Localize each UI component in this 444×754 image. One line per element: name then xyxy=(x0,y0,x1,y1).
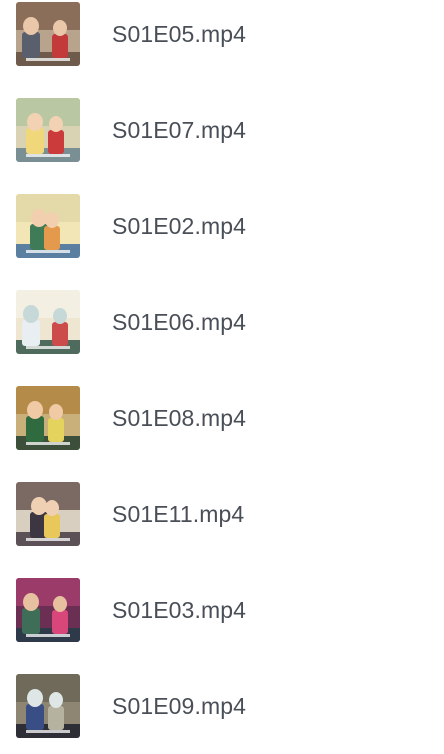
file-name: S01E09.mp4 xyxy=(112,692,246,719)
file-list-item[interactable]: S01E05.mp4 xyxy=(0,0,444,82)
video-thumbnail[interactable] xyxy=(16,290,80,354)
file-name: S01E08.mp4 xyxy=(112,404,246,431)
video-thumbnail[interactable] xyxy=(16,674,80,738)
file-name: S01E05.mp4 xyxy=(112,20,246,47)
file-list: S01E05.mp4 S01E07.mp4 S01E02.mp4 S01E06.mp4… xyxy=(0,0,444,754)
video-thumbnail[interactable] xyxy=(16,194,80,258)
video-thumbnail[interactable] xyxy=(16,386,80,450)
video-thumbnail[interactable] xyxy=(16,2,80,66)
file-list-item[interactable]: S01E03.mp4 xyxy=(0,562,444,658)
thumbnail-image xyxy=(16,2,80,66)
file-name: S01E06.mp4 xyxy=(112,308,246,335)
thumbnail-image xyxy=(16,578,80,642)
file-name: S01E11.mp4 xyxy=(112,500,245,527)
video-thumbnail[interactable] xyxy=(16,578,80,642)
thumbnail-image xyxy=(16,674,80,738)
thumbnail-image xyxy=(16,290,80,354)
thumbnail-image xyxy=(16,386,80,450)
thumbnail-image xyxy=(16,194,80,258)
file-name: S01E07.mp4 xyxy=(112,116,246,143)
file-list-item[interactable]: S01E09.mp4 xyxy=(0,658,444,754)
thumbnail-image xyxy=(16,482,80,546)
file-list-item[interactable]: S01E08.mp4 xyxy=(0,370,444,466)
video-thumbnail[interactable] xyxy=(16,482,80,546)
file-list-item[interactable]: S01E06.mp4 xyxy=(0,274,444,370)
file-list-item[interactable]: S01E02.mp4 xyxy=(0,178,444,274)
video-thumbnail[interactable] xyxy=(16,98,80,162)
file-name: S01E03.mp4 xyxy=(112,596,246,623)
file-list-item[interactable]: S01E11.mp4 xyxy=(0,466,444,562)
file-name: S01E02.mp4 xyxy=(112,212,246,239)
file-list-item[interactable]: S01E07.mp4 xyxy=(0,82,444,178)
thumbnail-image xyxy=(16,98,80,162)
